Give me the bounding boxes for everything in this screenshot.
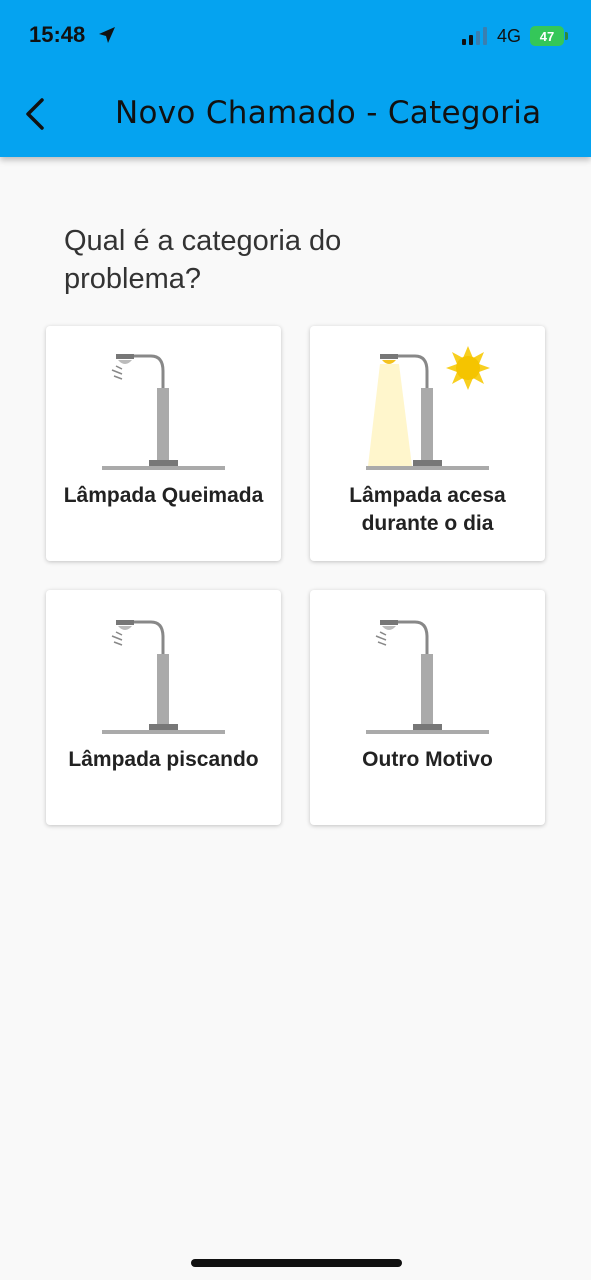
category-card-lampada-acesa-dia[interactable]: Lâmpada acesa durante o dia xyxy=(310,326,545,561)
page-title: Novo Chamado - Categoria xyxy=(115,95,542,131)
category-label: Lâmpada Queimada xyxy=(63,484,264,507)
back-button[interactable] xyxy=(18,92,58,136)
status-time: 15:48 xyxy=(29,22,86,47)
category-label: Lâmpada piscando xyxy=(68,748,259,771)
chevron-left-icon xyxy=(26,98,44,130)
app-header: 15:48 4G 47 Novo Chamado - Categoria xyxy=(0,0,591,157)
category-card-outro-motivo[interactable]: Outro Motivo xyxy=(310,590,545,825)
battery-indicator: 47 xyxy=(530,26,564,46)
category-label: Outro Motivo xyxy=(362,748,493,771)
signal-icon xyxy=(462,27,487,45)
category-question: Qual é a categoria do problema? xyxy=(64,225,342,295)
category-card-lampada-queimada[interactable]: Lâmpada Queimada xyxy=(46,326,281,561)
home-indicator xyxy=(191,1259,402,1267)
streetlight-sun-icon xyxy=(366,346,490,470)
battery-cap xyxy=(565,32,568,40)
streetlight-icon xyxy=(366,620,489,734)
battery-level: 47 xyxy=(539,28,555,44)
streetlight-icon xyxy=(102,620,225,734)
streetlight-icon xyxy=(102,354,225,470)
location-arrow-icon xyxy=(99,27,115,43)
network-type: 4G xyxy=(497,26,522,46)
category-card-lampada-piscando[interactable]: Lâmpada piscando xyxy=(46,590,281,825)
category-label: Lâmpada acesa durante o dia xyxy=(349,484,506,535)
